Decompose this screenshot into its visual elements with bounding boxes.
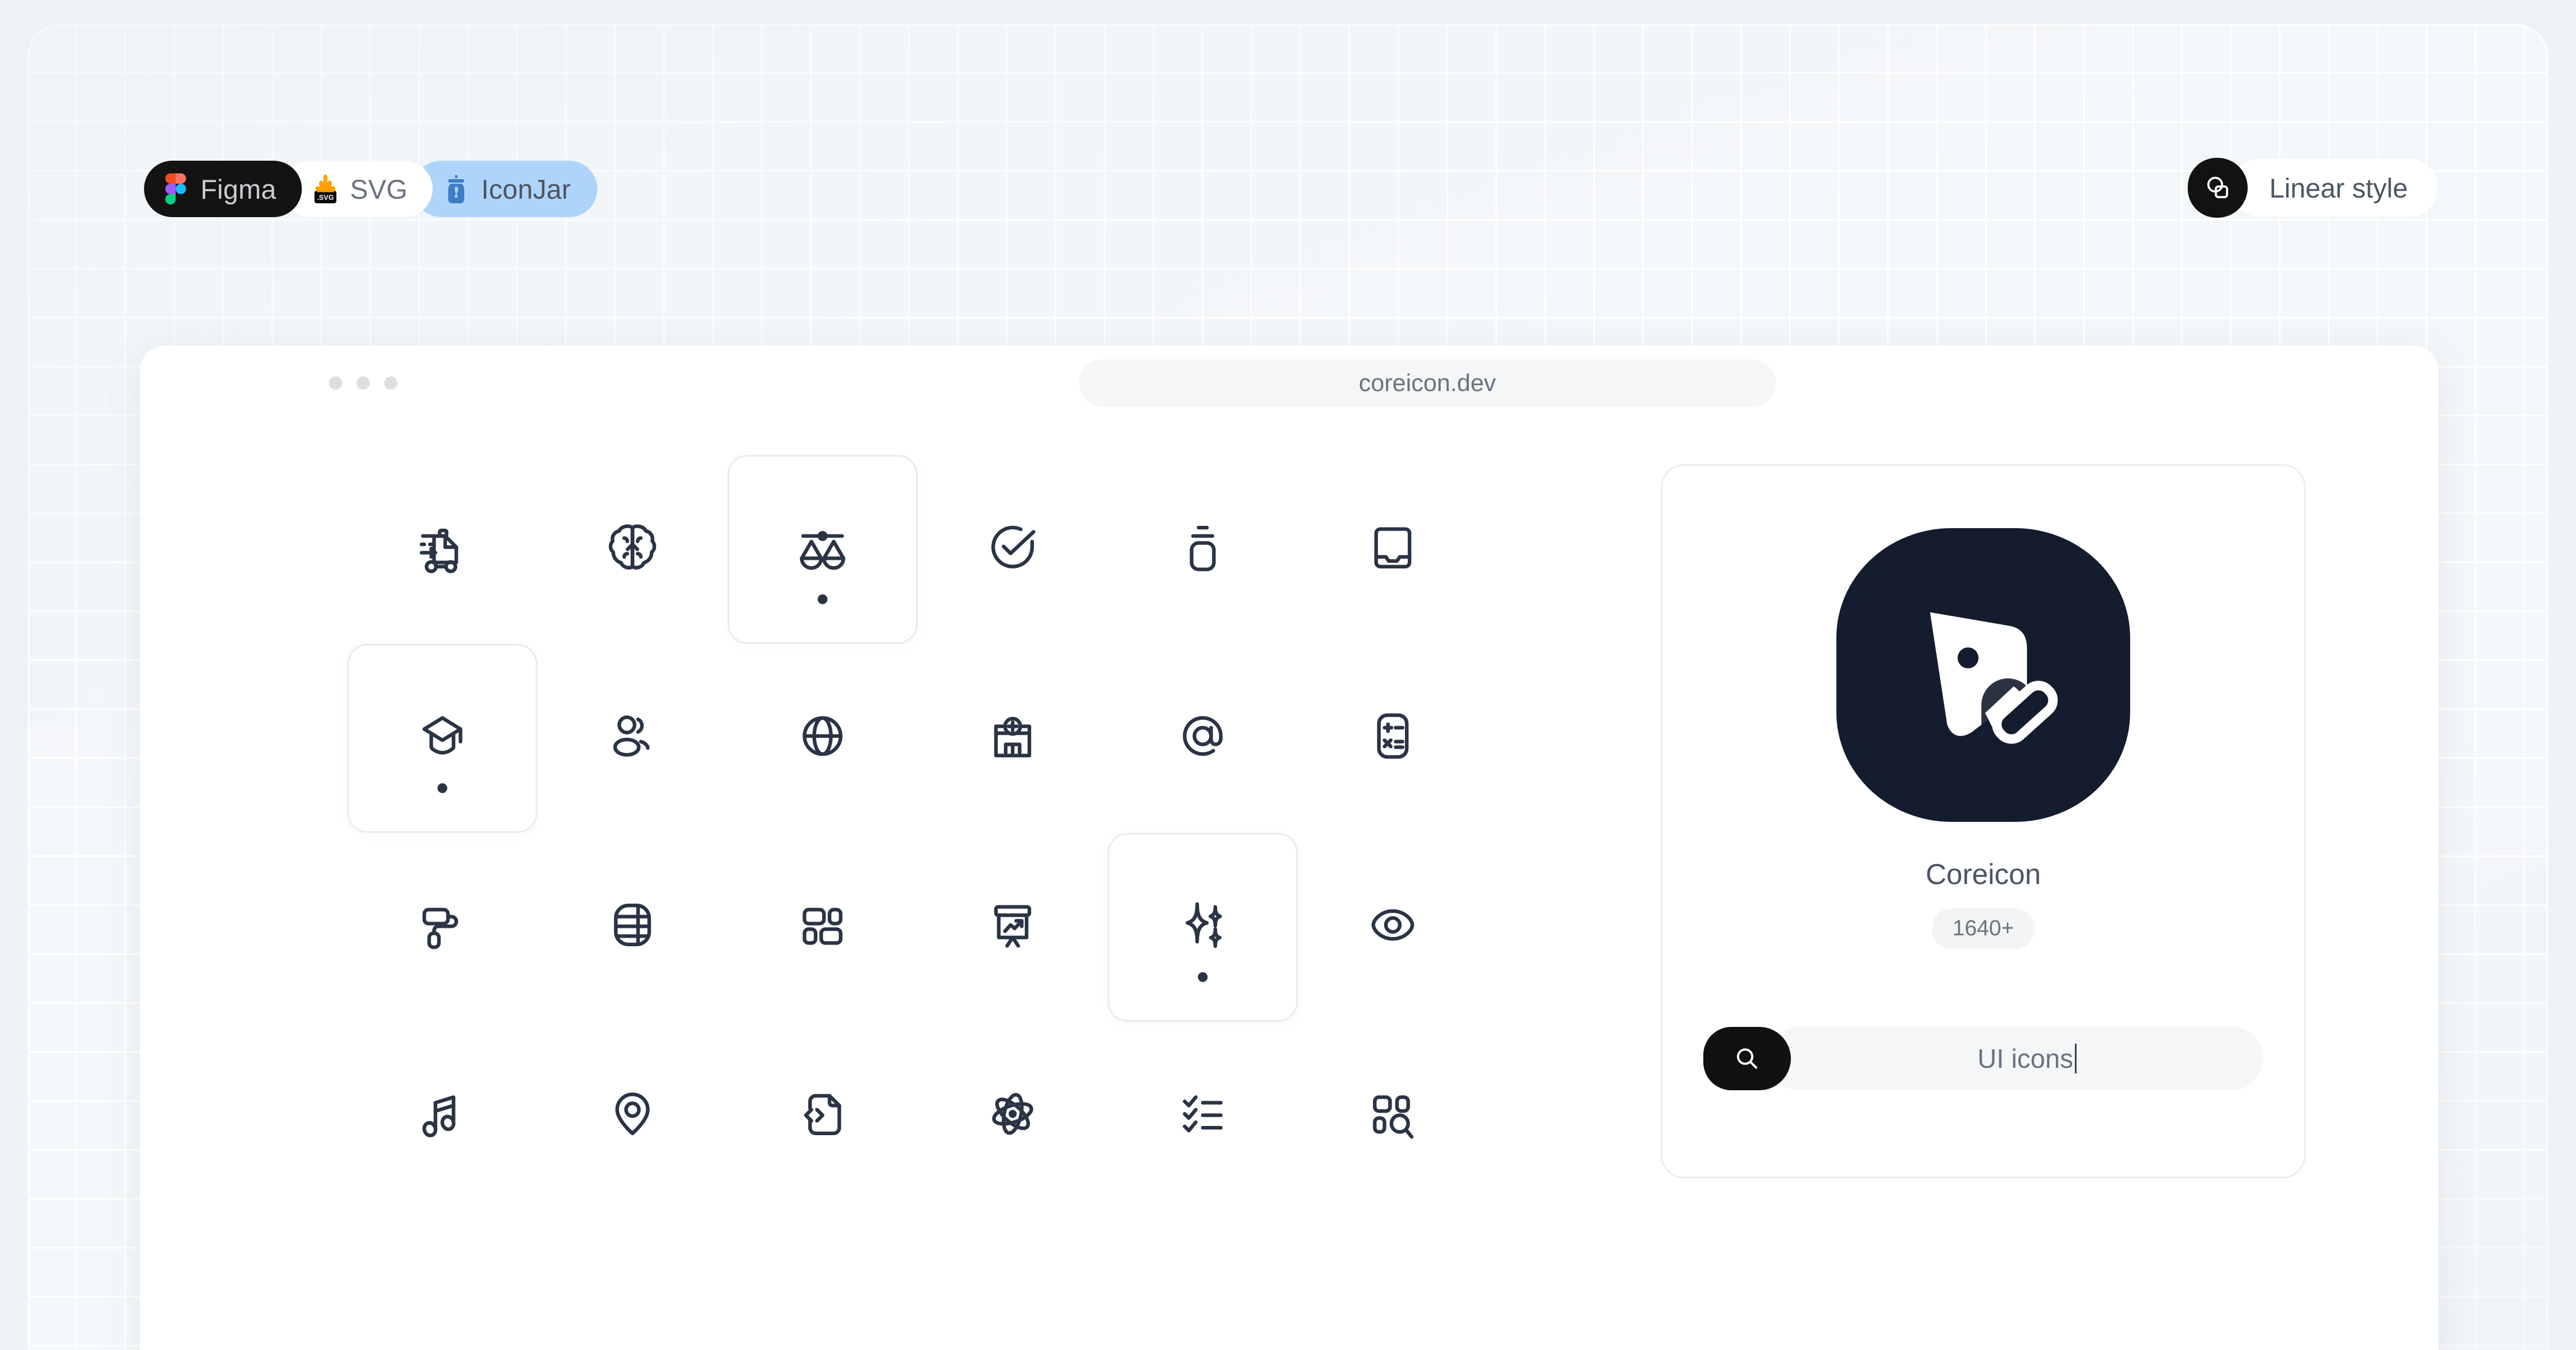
format-pill-svg-label: SVG [350, 173, 408, 204]
icon-cell-calculator[interactable] [1298, 644, 1488, 833]
search-input[interactable]: UI icons [1768, 1027, 2263, 1090]
scales-balance-icon [800, 530, 846, 570]
search-button[interactable] [1703, 1027, 1791, 1090]
address-bar-url: coreicon.dev [1358, 369, 1497, 396]
icon-cell-globe[interactable] [728, 644, 918, 833]
icon-cell-graduation-cap[interactable] [347, 644, 537, 833]
pack-count-badge: 1640+ [1931, 908, 2035, 949]
selected-indicator-dot [437, 783, 448, 793]
music-note-icon [422, 1095, 456, 1137]
map-pin-icon [615, 1093, 650, 1135]
icon-cell-scales-balance[interactable] [728, 455, 918, 644]
icon-cell-presentation-chart[interactable] [918, 833, 1108, 1022]
grid-search-icon [1373, 1095, 1414, 1139]
svg-text:.SVG: .SVG [317, 194, 334, 202]
atom-icon [992, 1093, 1033, 1135]
layout-blocks-icon [802, 908, 843, 945]
style-toggle-badge[interactable] [2187, 158, 2248, 218]
sparkles-icon [1185, 902, 1222, 948]
trash-can-icon [1189, 526, 1216, 571]
icon-cell-checklist[interactable] [1108, 1022, 1298, 1211]
check-circle-icon [991, 525, 1036, 568]
brain-icon [608, 524, 657, 570]
icon-cell-table-grid[interactable] [537, 833, 728, 1022]
style-toggle-label: Linear style [2269, 172, 2408, 203]
users-icon [613, 715, 650, 757]
icon-cell-users[interactable] [537, 644, 728, 833]
icon-cell-sparkles[interactable] [1108, 833, 1298, 1022]
export-format-pills: Figma .SVG SVG IconJar [144, 161, 597, 217]
checklist-icon [1183, 1095, 1223, 1133]
search-icon [1737, 1048, 1757, 1069]
presentation-chart-icon [994, 905, 1032, 948]
ambulance-icon [419, 528, 459, 574]
graduation-cap-icon [422, 716, 463, 755]
window-control-dot[interactable] [384, 376, 397, 390]
icon-cell-brain[interactable] [537, 455, 728, 644]
icon-cell-file-code[interactable] [728, 1022, 918, 1211]
icon-cell-at-sign[interactable] [1108, 644, 1298, 833]
icon-cell-ambulance[interactable] [347, 455, 537, 644]
eye-icon [1372, 909, 1414, 941]
pack-name: Coreicon [1925, 858, 2041, 890]
browser-chrome: coreicon.dev [140, 346, 2438, 420]
paint-roller-icon [422, 908, 459, 949]
style-toggle-label-wrap[interactable]: Linear style [2231, 159, 2438, 217]
icon-cell-check-circle[interactable] [918, 455, 1108, 644]
address-bar[interactable]: coreicon.dev [1079, 359, 1776, 407]
coreicon-logo [1836, 528, 2130, 822]
icon-grid [347, 455, 1488, 1211]
search-input-value: UI icons [1977, 1044, 2074, 1074]
format-pill-svg[interactable]: .SVG SVG [282, 161, 433, 217]
format-pill-figma[interactable]: Figma [144, 161, 302, 217]
selected-indicator-dot [1198, 972, 1208, 982]
icon-cell-eye[interactable] [1298, 833, 1488, 1022]
style-toggle[interactable]: Linear style [2187, 158, 2438, 218]
format-pill-iconjar[interactable]: IconJar [413, 161, 597, 217]
svg-icon: .SVG [314, 175, 336, 203]
pack-search-row: UI icons [1703, 1027, 2263, 1090]
icon-cell-hospital[interactable] [918, 644, 1108, 833]
inbox-tray-icon [1374, 527, 1412, 568]
figma-icon [165, 173, 186, 204]
icon-cell-trash-can[interactable] [1108, 455, 1298, 644]
window-control-dot[interactable] [329, 376, 342, 390]
window-controls[interactable] [329, 376, 397, 390]
at-sign-icon [1183, 716, 1223, 756]
icon-cell-grid-search[interactable] [1298, 1022, 1488, 1211]
coreicon-pen-nib-logo [1930, 612, 2058, 744]
iconjar-icon [448, 175, 465, 203]
browser-window: coreicon.dev Coreicon 1640+ UI icons [140, 346, 2438, 1350]
globe-icon [802, 716, 843, 756]
icon-cell-atom[interactable] [918, 1022, 1108, 1211]
hospital-icon [994, 716, 1032, 757]
pack-detail-card: Coreicon 1640+ UI icons [1661, 464, 2306, 1178]
format-pill-iconjar-label: IconJar [481, 173, 571, 204]
icon-cell-inbox-tray[interactable] [1298, 455, 1488, 644]
calculator-icon [1377, 713, 1409, 759]
icon-cell-layout-blocks[interactable] [728, 833, 918, 1022]
icon-cell-map-pin[interactable] [537, 1022, 728, 1211]
screenshot-root: Figma .SVG SVG IconJar Linear style core… [0, 0, 2576, 1350]
text-caret [2075, 1044, 2077, 1074]
selected-indicator-dot [817, 594, 828, 604]
icon-cell-paint-roller[interactable] [347, 833, 537, 1022]
format-pill-figma-label: Figma [200, 173, 276, 204]
icon-cell-music-note[interactable] [347, 1022, 537, 1211]
window-control-dot[interactable] [357, 376, 370, 390]
shapes-icon [2207, 176, 2228, 199]
file-code-icon [804, 1094, 842, 1135]
page-content: Coreicon 1640+ UI icons [140, 420, 2438, 1211]
table-grid-icon [613, 904, 651, 946]
